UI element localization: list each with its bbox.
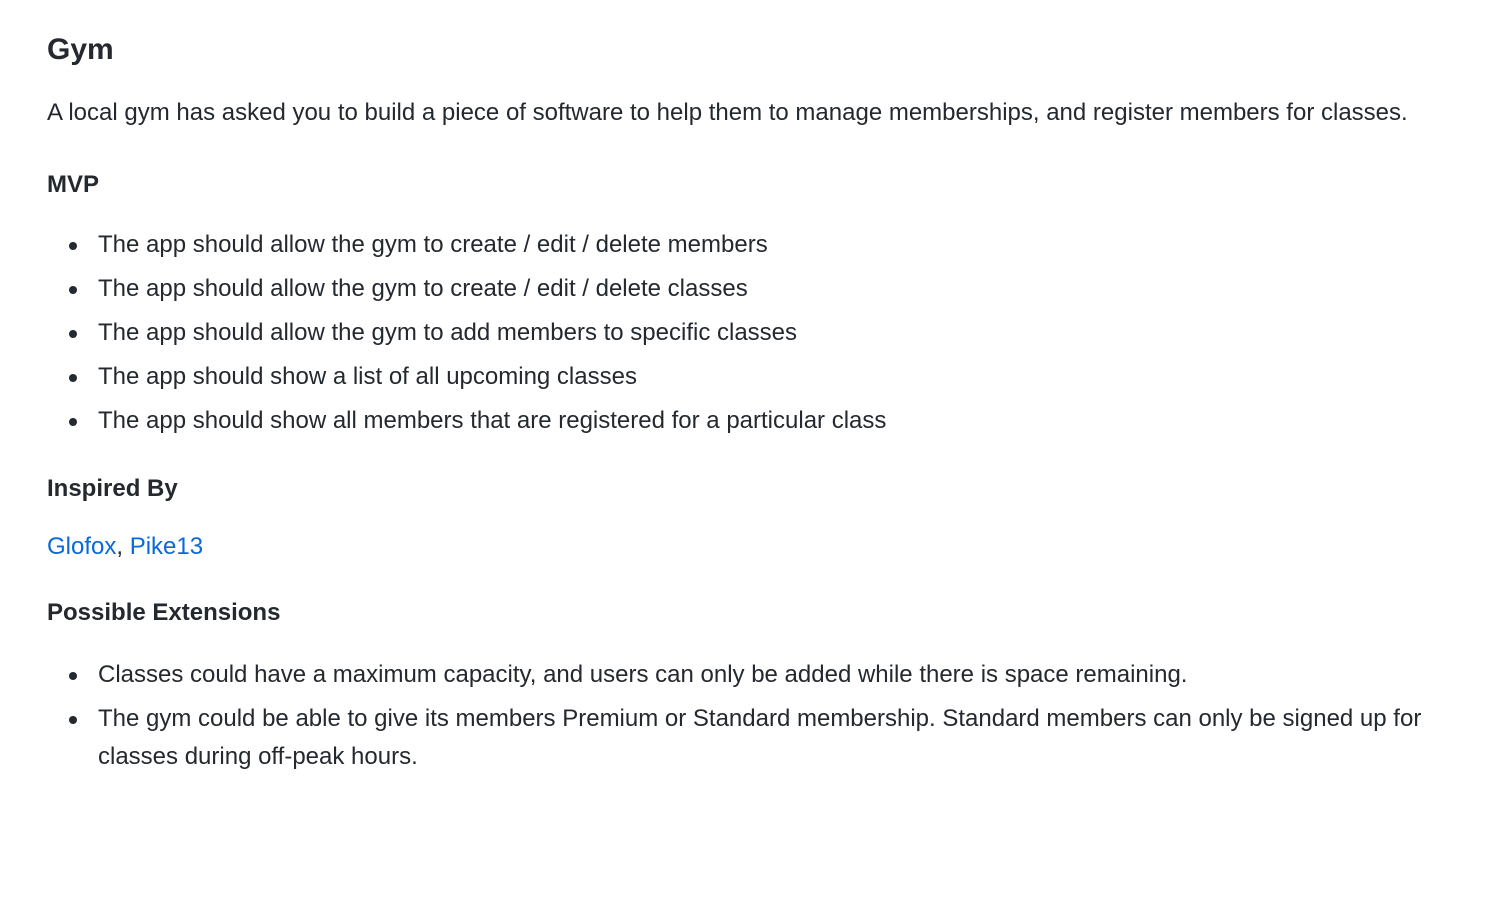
intro-paragraph: A local gym has asked you to build a pie… (47, 99, 1408, 126)
mvp-list: The app should allow the gym to create /… (47, 226, 1446, 440)
list-item: The app should allow the gym to create /… (47, 226, 1446, 264)
link-separator: , (116, 533, 130, 560)
extensions-heading: Possible Extensions (47, 599, 281, 626)
bullet-icon (69, 418, 77, 426)
bullet-icon (69, 242, 77, 250)
link-pike13[interactable]: Pike13 (130, 533, 203, 560)
list-item: Classes could have a maximum capacity, a… (47, 656, 1446, 694)
extensions-list: Classes could have a maximum capacity, a… (47, 656, 1446, 776)
bullet-icon (69, 672, 77, 680)
list-item: The gym could be able to give its member… (47, 700, 1446, 776)
document: Gym A local gym has asked you to build a… (0, 0, 1486, 776)
list-item: The app should allow the gym to add memb… (47, 314, 1446, 352)
list-item-text: Classes could have a maximum capacity, a… (98, 661, 1188, 688)
bullet-icon (69, 286, 77, 294)
bullet-icon (69, 330, 77, 338)
list-item-text: The gym could be able to give its member… (98, 705, 1422, 770)
list-item: The app should show a list of all upcomi… (47, 358, 1446, 396)
mvp-heading: MVP (47, 171, 100, 198)
page-title: Gym (47, 33, 114, 66)
list-item-text: The app should show a list of all upcomi… (98, 363, 637, 390)
inspired-by-heading: Inspired By (47, 475, 178, 502)
list-item: The app should allow the gym to create /… (47, 270, 1446, 308)
list-item-text: The app should allow the gym to create /… (98, 231, 768, 258)
bullet-icon (69, 374, 77, 382)
list-item-text: The app should allow the gym to add memb… (98, 319, 798, 346)
inspired-links: Glofox, Pike13 (47, 528, 1446, 566)
list-item-text: The app should show all members that are… (98, 407, 887, 434)
link-glofox[interactable]: Glofox (47, 533, 116, 560)
list-item-text: The app should allow the gym to create /… (98, 275, 748, 302)
bullet-icon (69, 716, 77, 724)
list-item: The app should show all members that are… (47, 402, 1446, 440)
